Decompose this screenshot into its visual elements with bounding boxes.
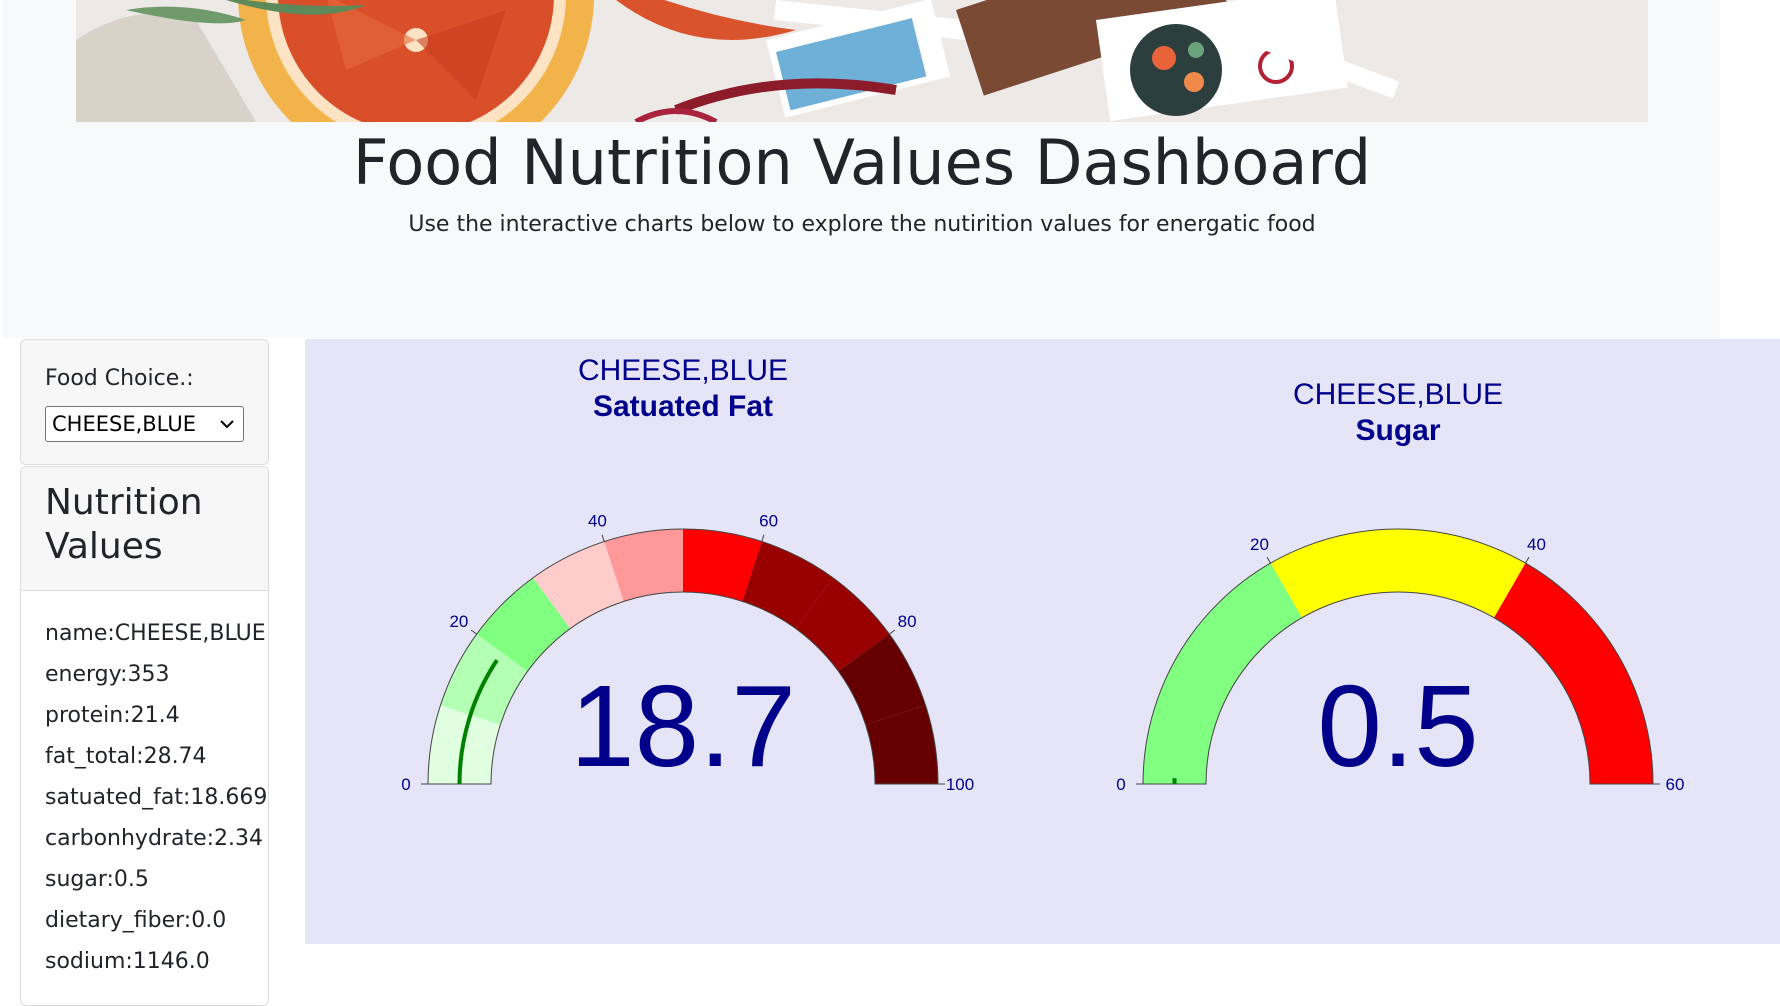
nutrition-values-list: name:CHEESE,BLUE energy:353 protein:21.4… [45,613,267,982]
nutrition-item: carbonhydrate:2.34 [45,818,267,859]
food-select-value: CHEESE,BLUE [52,412,196,436]
gauge-tick-label: 40 [588,512,607,531]
nutrition-item: energy:353 [45,654,267,695]
gauge-tick-label: 20 [1250,535,1269,554]
food-choice-label: Food Choice.: [45,366,194,391]
nutrition-item: sugar:0.5 [45,859,267,900]
gauge-tick [1526,557,1530,563]
nutrition-item: sodium:1146.0 [45,941,267,982]
gauge-tick [1267,557,1271,563]
nutrition-item: fat_total:28.74 [45,736,267,777]
banner-image [76,0,1648,122]
gauge-tick-label: 60 [759,512,778,531]
gauge-tick [471,630,477,634]
food-choice-card: Food Choice.: CHEESE,BLUE [20,339,269,465]
nutrition-item: satuated_fat:18.669 [45,777,267,818]
page-subtitle: Use the interactive charts below to expl… [2,212,1722,237]
nutrition-values-title: Nutrition Values [45,481,268,569]
gauge-tick-label: 40 [1527,535,1546,554]
gauge-value-number: 0.5 [1317,661,1478,791]
gauge-title-metric: Satuated Fat [593,390,773,423]
gauge-tick [889,630,895,634]
header-jumbotron: Food Nutrition Values Dashboard Use the … [2,0,1720,338]
gauge-tick [602,535,604,542]
gauge-charts: CHEESE,BLUESatuated Fat02040608010018.7C… [305,339,1780,944]
gauge-tick [762,535,764,542]
gauge-tick-label: 0 [401,775,410,794]
food-photo-illustration [76,0,1648,122]
gauge-title-metric: Sugar [1355,414,1440,447]
nutrition-item: protein:21.4 [45,695,267,736]
nutrition-values-card: Nutrition Values name:CHEESE,BLUE energy… [20,466,269,1006]
gauge-tick-label: 80 [898,612,917,631]
gauge-tick-label: 0 [1116,775,1125,794]
gauge-band [1143,563,1302,784]
food-select[interactable]: CHEESE,BLUE [45,406,244,442]
chevron-down-icon [219,416,235,432]
gauge-band [1271,529,1526,618]
gauge-tick-label: 20 [449,612,468,631]
gauge-band [1494,563,1653,784]
gauge-tick-label: 60 [1666,775,1685,794]
gauge-value-number: 18.7 [570,661,796,791]
gauge-title-food: CHEESE,BLUE [578,354,788,387]
nutrition-item: name:CHEESE,BLUE [45,613,267,654]
gauge-panel: CHEESE,BLUESatuated Fat02040608010018.7C… [305,339,1780,944]
gauge-tick-label: 100 [946,775,974,794]
nutrition-item: dietary_fiber:0.0 [45,900,267,941]
page-title: Food Nutrition Values Dashboard [2,122,1722,204]
gauge-title-food: CHEESE,BLUE [1293,378,1503,411]
nutrition-values-header: Nutrition Values [21,467,268,591]
